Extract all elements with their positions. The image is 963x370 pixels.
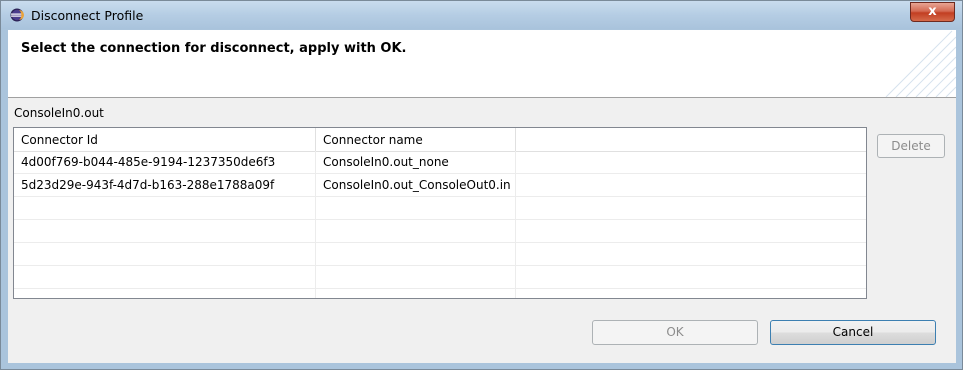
ok-button[interactable]: OK xyxy=(592,320,758,345)
empty-cell xyxy=(516,266,866,288)
eclipse-icon xyxy=(10,8,24,22)
close-icon: x xyxy=(928,4,937,19)
dialog-window: Disconnect Profile x Select the connecti… xyxy=(0,0,963,370)
message-banner: Select the connection for disconnect, ap… xyxy=(8,30,956,98)
banner-message: Select the connection for disconnect, ap… xyxy=(21,41,407,56)
cancel-button[interactable]: Cancel xyxy=(770,320,936,345)
empty-cell xyxy=(14,266,316,288)
column-header-connector-id[interactable]: Connector Id xyxy=(14,128,316,151)
column-header-connector-name[interactable]: Connector name xyxy=(316,128,516,151)
empty-cell xyxy=(14,289,316,298)
table-header: Connector Id Connector name xyxy=(14,128,866,152)
connector-table[interactable]: Connector Id Connector name 4d00f769-b04… xyxy=(13,127,867,299)
dialog-body: Select the connection for disconnect, ap… xyxy=(8,30,956,363)
empty-cell xyxy=(14,220,316,242)
empty-table-row xyxy=(14,266,866,289)
empty-cell xyxy=(316,197,516,219)
empty-cell xyxy=(14,243,316,265)
title-bar[interactable]: Disconnect Profile x xyxy=(1,1,962,29)
empty-cell xyxy=(316,266,516,288)
window-title: Disconnect Profile xyxy=(31,8,144,23)
empty-cell xyxy=(516,220,866,242)
empty-cell xyxy=(516,151,866,173)
empty-cell xyxy=(316,220,516,242)
delete-button[interactable]: Delete xyxy=(877,134,945,158)
empty-cell xyxy=(516,174,866,196)
empty-cell xyxy=(516,197,866,219)
table-row[interactable]: 4d00f769-b044-485e-9194-1237350de6f3 Con… xyxy=(14,151,866,174)
empty-table-row xyxy=(14,289,866,298)
table-row[interactable]: 5d23d29e-943f-4d7d-b163-288e1788a09f Con… xyxy=(14,174,866,197)
connector-name-cell: ConsoleIn0.out_none xyxy=(316,151,516,173)
column-header-empty[interactable] xyxy=(516,128,866,151)
connector-name-cell: ConsoleIn0.out_ConsoleOut0.in xyxy=(316,174,516,196)
banner-decoration-icon xyxy=(885,30,956,97)
empty-table-row xyxy=(14,243,866,266)
connector-id-cell: 5d23d29e-943f-4d7d-b163-288e1788a09f xyxy=(14,174,316,196)
empty-cell xyxy=(516,243,866,265)
empty-table-row xyxy=(14,197,866,220)
close-button[interactable]: x xyxy=(910,2,955,22)
empty-cell xyxy=(516,289,866,298)
empty-cell xyxy=(316,289,516,298)
empty-table-row xyxy=(14,220,866,243)
empty-cell xyxy=(316,243,516,265)
source-port-label: ConsoleIn0.out xyxy=(14,106,104,120)
connector-id-cell: 4d00f769-b044-485e-9194-1237350de6f3 xyxy=(14,151,316,173)
empty-cell xyxy=(14,197,316,219)
